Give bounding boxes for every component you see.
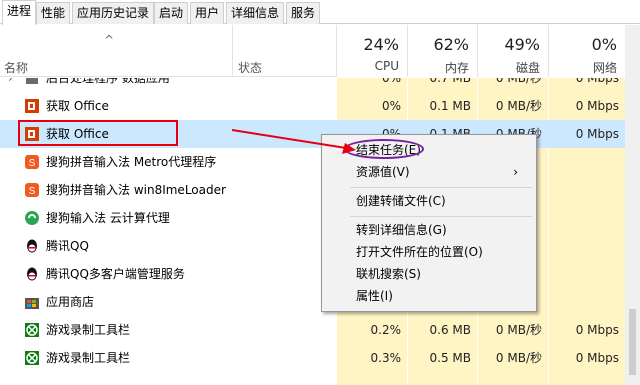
annotation-arrow-icon — [231, 129, 356, 154]
task-manager-window: 进程 性能 应用历史记录 启动 用户 详细信息 服务 ^ 名称 状态 24% C… — [0, 0, 640, 385]
